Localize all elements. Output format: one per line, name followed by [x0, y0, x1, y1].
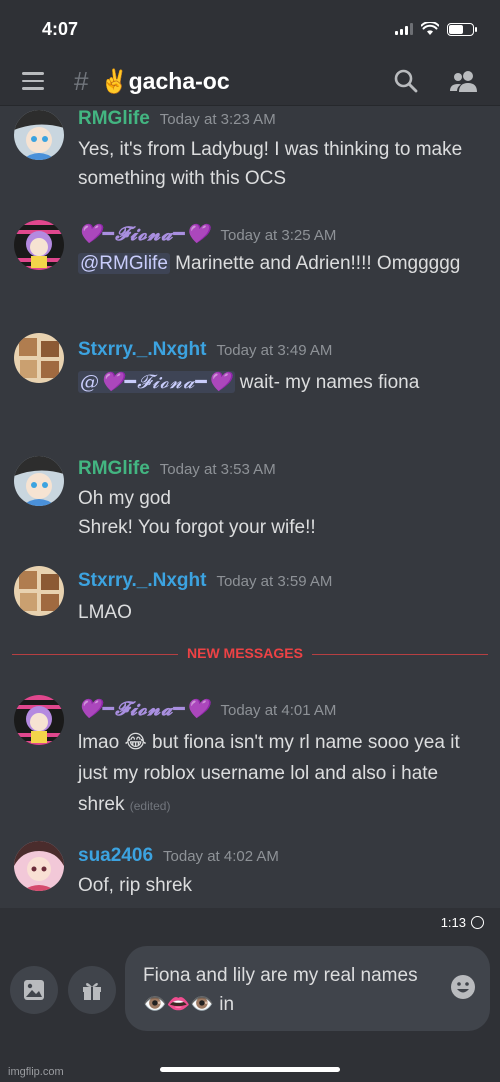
- battery-icon: [447, 22, 477, 36]
- author-name[interactable]: 💜━𝓕𝓲𝓸𝓷𝓪━💜: [78, 697, 211, 720]
- message-header: RMGlife Today at 3:23 AM: [78, 108, 276, 130]
- user-mention[interactable]: @💜━𝓕𝓲𝓸𝓷𝓪━💜: [78, 371, 235, 393]
- author-name[interactable]: 💜━𝓕𝓲𝓸𝓷𝓪━💜: [78, 222, 211, 245]
- emoji-icon[interactable]: [450, 974, 476, 1000]
- home-indicator[interactable]: [160, 1067, 340, 1072]
- message-header: Stxrry._.Nxght Today at 3:49 AM: [78, 339, 332, 361]
- timestamp: Today at 3:23 AM: [159, 111, 276, 128]
- timestamp: Today at 3:25 AM: [220, 227, 337, 244]
- author-name[interactable]: Stxrry._.Nxght: [78, 339, 206, 361]
- status-time: 4:07: [42, 19, 79, 39]
- timestamp: Today at 3:59 AM: [216, 573, 333, 590]
- message: Stxrry._.Nxght Today at 3:59 AM LMAO: [0, 566, 500, 636]
- message-line: Oh my god: [78, 488, 171, 509]
- new-messages-label: NEW MESSAGES: [178, 645, 312, 661]
- message: 💜━𝓕𝓲𝓸𝓷𝓪━💜 Today at 3:25 AM @RMGlife Mari…: [0, 216, 500, 308]
- channel-header: # ✌️gacha-oc: [0, 58, 500, 106]
- search-icon[interactable]: [393, 68, 419, 94]
- author-name[interactable]: Stxrry._.Nxght: [78, 570, 206, 592]
- message-input-text[interactable]: Fiona and lily are my real names 👁️👄👁️ i…: [143, 961, 443, 1019]
- avatar[interactable]: [14, 566, 64, 616]
- hash-icon: #: [74, 66, 89, 96]
- message-header: 💜━𝓕𝓲𝓸𝓷𝓪━💜 Today at 4:01 AM: [78, 697, 336, 720]
- message-content: @RMGlife Marinette and Adrien!!!! Omgggg…: [78, 249, 488, 278]
- signal-icon: [395, 23, 413, 35]
- image-icon: [24, 980, 44, 1000]
- gift-button[interactable]: [68, 966, 116, 1014]
- gift-icon: [83, 983, 101, 1000]
- avatar[interactable]: [14, 110, 64, 160]
- message-content: Oh my god Shrek! You forgot your wife!!: [78, 484, 488, 542]
- avatar[interactable]: [14, 220, 64, 270]
- slowmode-timer: 1:13: [440, 915, 466, 930]
- message-header: sua2406 Today at 4:02 AM: [78, 845, 279, 867]
- timestamp: Today at 4:02 AM: [163, 848, 279, 865]
- avatar[interactable]: [14, 841, 64, 891]
- message: RMGlife Today at 3:23 AM Yes, it's from …: [0, 106, 500, 198]
- message-content: Oof, rip shrek: [78, 875, 193, 896]
- message: Stxrry._.Nxght Today at 3:49 AM @💜━𝓕𝓲𝓸𝓷𝓪…: [0, 331, 500, 431]
- message: 💜━𝓕𝓲𝓸𝓷𝓪━💜 Today at 4:01 AM lmao 😂 but fi…: [0, 691, 500, 821]
- message-list: RMGlife Today at 3:23 AM Yes, it's from …: [0, 106, 500, 908]
- message-header: 💜━𝓕𝓲𝓸𝓷𝓪━💜 Today at 3:25 AM: [78, 222, 336, 245]
- avatar[interactable]: [14, 456, 64, 506]
- message-header: RMGlife Today at 3:53 AM: [78, 458, 276, 480]
- message-line: Shrek! You forgot your wife!!: [78, 517, 316, 538]
- author-name[interactable]: RMGlife: [78, 458, 150, 480]
- message-content: LMAO: [78, 602, 132, 623]
- message-input[interactable]: Fiona and lily are my real names 👁️👄👁️ i…: [125, 946, 490, 1031]
- message: sua2406 Today at 4:02 AM Oof, rip shrek: [0, 841, 500, 908]
- avatar[interactable]: [14, 695, 64, 745]
- edited-tag: (edited): [129, 799, 171, 813]
- menu-icon[interactable]: [22, 72, 44, 90]
- avatar[interactable]: [14, 333, 64, 383]
- slowmode-bar: 1:13: [0, 908, 500, 938]
- user-mention[interactable]: @RMGlife: [78, 253, 170, 274]
- author-name[interactable]: RMGlife: [78, 108, 150, 130]
- image-upload-button[interactable]: [10, 966, 58, 1014]
- stopwatch-icon: [471, 916, 484, 929]
- status-icons: [395, 22, 477, 36]
- timestamp: Today at 4:01 AM: [220, 702, 337, 719]
- message-text: Marinette and Adrien!!!! Omggggg: [169, 253, 461, 274]
- members-icon[interactable]: [449, 68, 479, 94]
- timestamp: Today at 3:49 AM: [216, 342, 333, 359]
- author-name[interactable]: sua2406: [78, 845, 153, 867]
- message-content: Yes, it's from Ladybug! I was thinking t…: [78, 139, 463, 189]
- status-bar: 4:07: [0, 0, 500, 58]
- timestamp: Today at 3:53 AM: [159, 461, 276, 478]
- wifi-icon: [421, 22, 439, 35]
- message: RMGlife Today at 3:53 AM Oh my god Shrek…: [0, 456, 500, 551]
- message-content: lmao 😂 but fiona isn't my rl name sooo y…: [78, 727, 488, 822]
- message-header: Stxrry._.Nxght Today at 3:59 AM: [78, 570, 332, 592]
- message-composer: Fiona and lily are my real names 👁️👄👁️ i…: [0, 938, 500, 1082]
- channel-name[interactable]: ✌️gacha-oc: [100, 68, 230, 95]
- watermark: imgflip.com: [8, 1066, 64, 1078]
- message-text: wait- my names fiona: [234, 372, 420, 393]
- message-content: @💜━𝓕𝓲𝓸𝓷𝓪━💜 wait- my names fiona: [78, 368, 478, 397]
